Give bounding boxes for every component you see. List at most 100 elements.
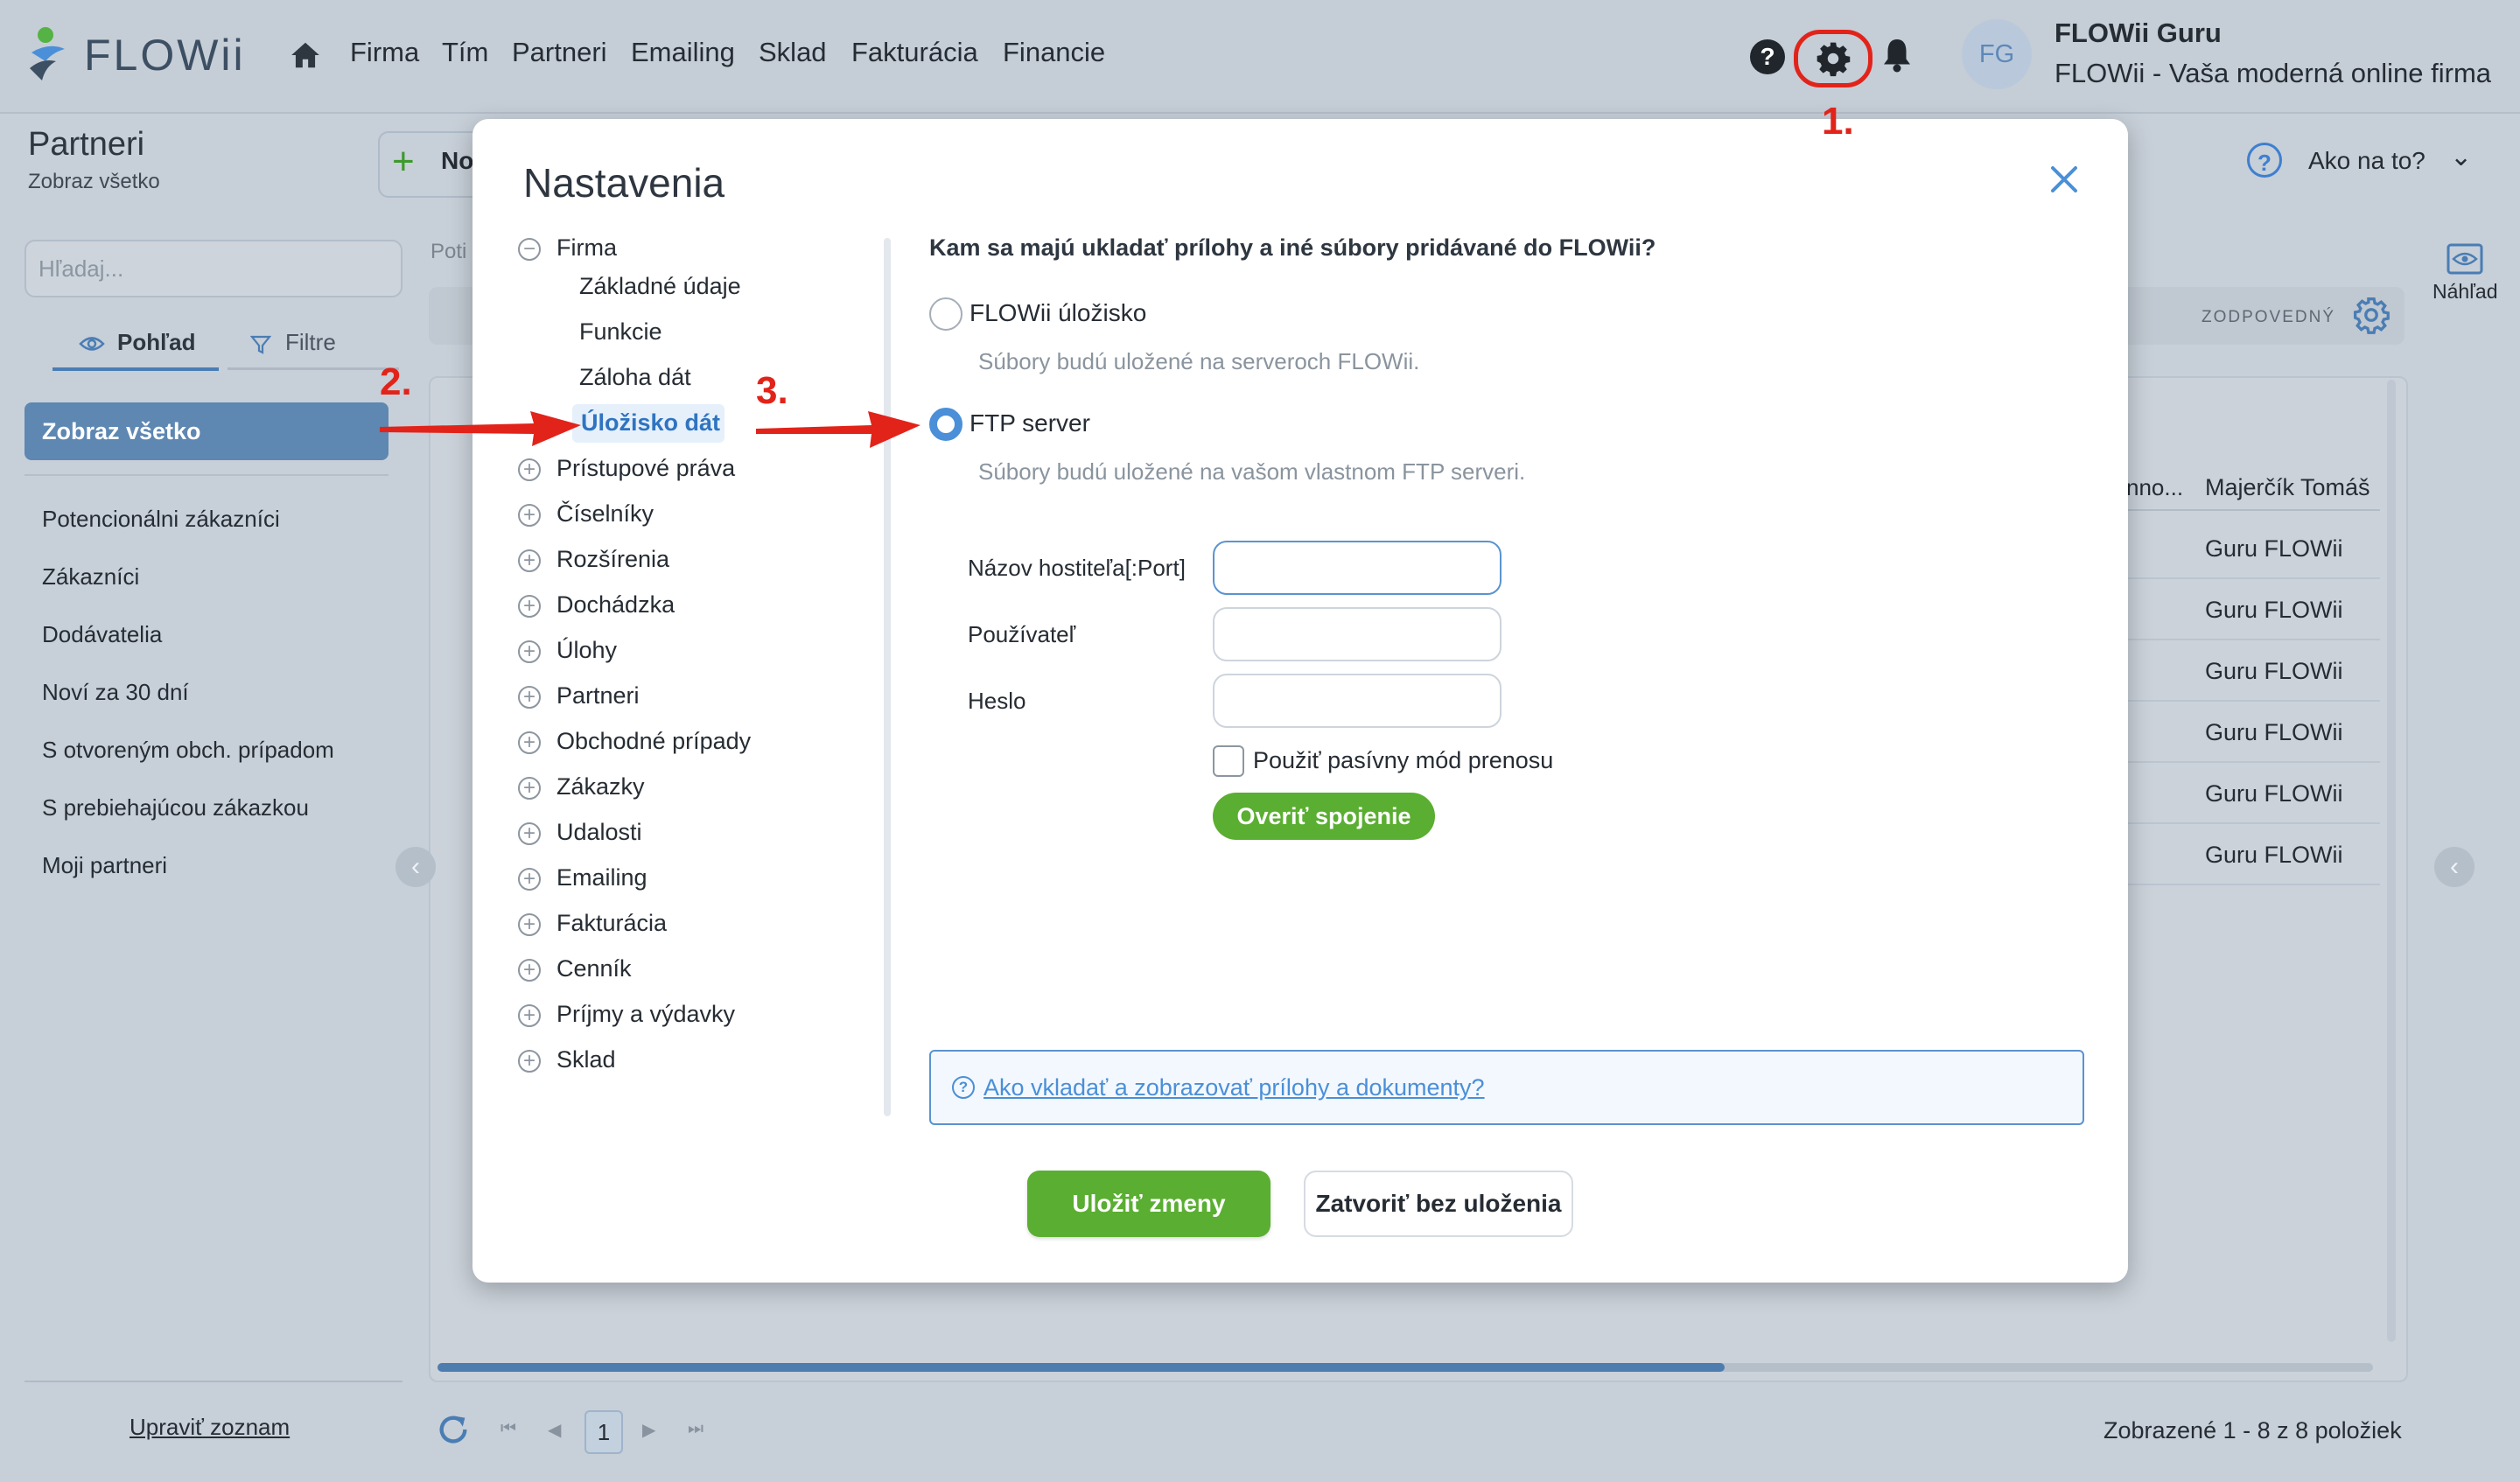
help-icon[interactable]: ?: [1750, 39, 1785, 74]
expand-icon[interactable]: +: [518, 731, 541, 754]
sidebar-item-new-30-days[interactable]: Noví za 30 dní: [42, 679, 189, 706]
nav-financie[interactable]: Financie: [1003, 37, 1105, 68]
how-to-link[interactable]: Ako na to?: [2308, 147, 2426, 175]
tree-item-income-expenses[interactable]: Príjmy a výdavky: [556, 1001, 735, 1028]
tree-item-codebooks[interactable]: Číselníky: [556, 500, 654, 528]
expand-icon[interactable]: +: [518, 959, 541, 982]
expand-icon[interactable]: +: [518, 640, 541, 663]
tree-item-attendance[interactable]: Dochádzka: [556, 591, 675, 619]
avatar[interactable]: FG: [1962, 19, 2032, 89]
tab-view[interactable]: Pohľad: [117, 329, 195, 356]
close-without-saving-button[interactable]: Zatvoriť bez uloženia: [1304, 1171, 1573, 1237]
refresh-icon[interactable]: [436, 1412, 471, 1447]
user-input[interactable]: [1213, 607, 1502, 661]
column-header[interactable]: Majerčík Tomáš: [2205, 474, 2370, 501]
table-cell[interactable]: Guru FLOWii: [2205, 535, 2343, 563]
sidebar-item-open-case[interactable]: S otvoreným obch. prípadom: [42, 737, 334, 764]
vertical-scrollbar[interactable]: [2387, 380, 2396, 1342]
sidebar-item-potential[interactable]: Potencionálni zákazníci: [42, 506, 280, 533]
collapse-icon[interactable]: −: [518, 238, 541, 261]
tab-view-underline: [52, 367, 219, 371]
question-icon[interactable]: ?: [2247, 143, 2282, 178]
expand-icon[interactable]: +: [518, 549, 541, 572]
radio-flowii-label[interactable]: FLOWii úložisko: [970, 299, 1146, 327]
current-page[interactable]: 1: [584, 1410, 623, 1454]
last-page-icon[interactable]: ⏭: [688, 1419, 704, 1439]
tree-item-extensions[interactable]: Rozšírenia: [556, 546, 669, 573]
gear-icon[interactable]: [1814, 39, 1852, 78]
nav-tim[interactable]: Tím: [442, 37, 488, 68]
expand-icon[interactable]: +: [518, 595, 541, 618]
tree-item-backup[interactable]: Záloha dát: [579, 364, 691, 391]
expand-icon[interactable]: +: [518, 913, 541, 936]
preview-label[interactable]: Náhľad: [2432, 280, 2497, 304]
tree-item-invoicing[interactable]: Fakturácia: [556, 910, 667, 937]
table-cell[interactable]: Guru FLOWii: [2205, 719, 2343, 746]
user-name[interactable]: FLOWii Guru: [2054, 17, 2222, 49]
nav-fakturacia[interactable]: Fakturácia: [851, 37, 978, 68]
logo-text: FLOWii: [84, 31, 246, 80]
nav-firma[interactable]: Firma: [350, 37, 419, 68]
arrow-right-icon: [380, 411, 581, 446]
tree-item-partners[interactable]: Partneri: [556, 682, 640, 710]
chevron-left-icon[interactable]: ‹: [396, 847, 436, 887]
help-link[interactable]: Ako vkladať a zobrazovať prílohy a dokum…: [984, 1074, 1485, 1101]
sidebar-item-customers[interactable]: Zákazníci: [42, 563, 139, 591]
tab-filter[interactable]: Filtre: [285, 329, 336, 356]
host-input[interactable]: [1213, 541, 1502, 595]
sidebar-item-ongoing-order[interactable]: S prebiehajúcou zákazkou: [42, 794, 309, 821]
gear-icon[interactable]: [2352, 296, 2390, 334]
horizontal-scrollbar-thumb[interactable]: [438, 1363, 1725, 1372]
tree-item-features[interactable]: Funkcie: [579, 318, 662, 346]
expand-icon[interactable]: +: [518, 1004, 541, 1027]
sidebar-item-suppliers[interactable]: Dodávatelia: [42, 621, 162, 648]
page-title: Partneri: [28, 126, 145, 163]
sidebar-item-my-partners[interactable]: Moji partneri: [42, 852, 167, 879]
tree-item-warehouse[interactable]: Sklad: [556, 1046, 616, 1073]
password-input[interactable]: [1213, 674, 1502, 728]
expand-icon[interactable]: +: [518, 504, 541, 527]
chevron-down-icon[interactable]: ⌄: [2450, 142, 2472, 172]
nav-partneri[interactable]: Partneri: [512, 37, 607, 68]
nav-sklad[interactable]: Sklad: [759, 37, 827, 68]
search-placeholder: Hľadaj...: [38, 255, 124, 282]
radio-ftp-label[interactable]: FTP server: [970, 409, 1090, 437]
tree-scrollbar[interactable]: [884, 238, 891, 1116]
expand-icon[interactable]: +: [518, 686, 541, 709]
home-icon[interactable]: [289, 38, 322, 72]
bell-icon[interactable]: [1881, 37, 1913, 73]
edit-list-link[interactable]: Upraviť zoznam: [130, 1414, 290, 1441]
table-cell[interactable]: Guru FLOWii: [2205, 658, 2343, 685]
tree-item-events[interactable]: Udalosti: [556, 819, 642, 846]
table-cell[interactable]: Guru FLOWii: [2205, 597, 2343, 624]
first-page-icon[interactable]: ⏮: [500, 1419, 516, 1439]
table-cell[interactable]: Guru FLOWii: [2205, 842, 2343, 869]
radio-flowii-storage[interactable]: [929, 297, 962, 331]
verify-connection-button[interactable]: Overiť spojenie: [1213, 793, 1435, 840]
tree-item-access-rights[interactable]: Prístupové práva: [556, 455, 735, 482]
chevron-left-icon[interactable]: ‹: [2434, 847, 2474, 887]
tree-item-basic-info[interactable]: Základné údaje: [579, 273, 741, 300]
prev-page-icon[interactable]: ◀: [548, 1419, 561, 1441]
expand-icon[interactable]: +: [518, 777, 541, 800]
table-cell[interactable]: Guru FLOWii: [2205, 780, 2343, 807]
expand-icon[interactable]: +: [518, 822, 541, 845]
save-button[interactable]: Uložiť zmeny: [1027, 1171, 1270, 1237]
tree-item-business-cases[interactable]: Obchodné prípady: [556, 728, 751, 755]
passive-mode-label[interactable]: Použiť pasívny mód prenosu: [1253, 747, 1553, 774]
tree-item-orders[interactable]: Zákazky: [556, 773, 645, 800]
passive-mode-checkbox[interactable]: [1213, 745, 1244, 777]
preview-icon[interactable]: [2446, 243, 2483, 275]
expand-icon[interactable]: +: [518, 868, 541, 891]
expand-icon[interactable]: +: [518, 1050, 541, 1073]
expand-icon[interactable]: +: [518, 458, 541, 481]
close-icon[interactable]: [2042, 157, 2086, 201]
tree-item-emailing[interactable]: Emailing: [556, 864, 648, 891]
tree-item-firma[interactable]: Firma: [556, 234, 617, 262]
nav-emailing[interactable]: Emailing: [631, 37, 735, 68]
column-header[interactable]: nno...: [2126, 474, 2183, 501]
tree-item-tasks[interactable]: Úlohy: [556, 637, 617, 664]
next-page-icon[interactable]: ▶: [642, 1419, 655, 1441]
radio-ftp-server[interactable]: [929, 408, 962, 441]
tree-item-pricelist[interactable]: Cenník: [556, 955, 632, 982]
